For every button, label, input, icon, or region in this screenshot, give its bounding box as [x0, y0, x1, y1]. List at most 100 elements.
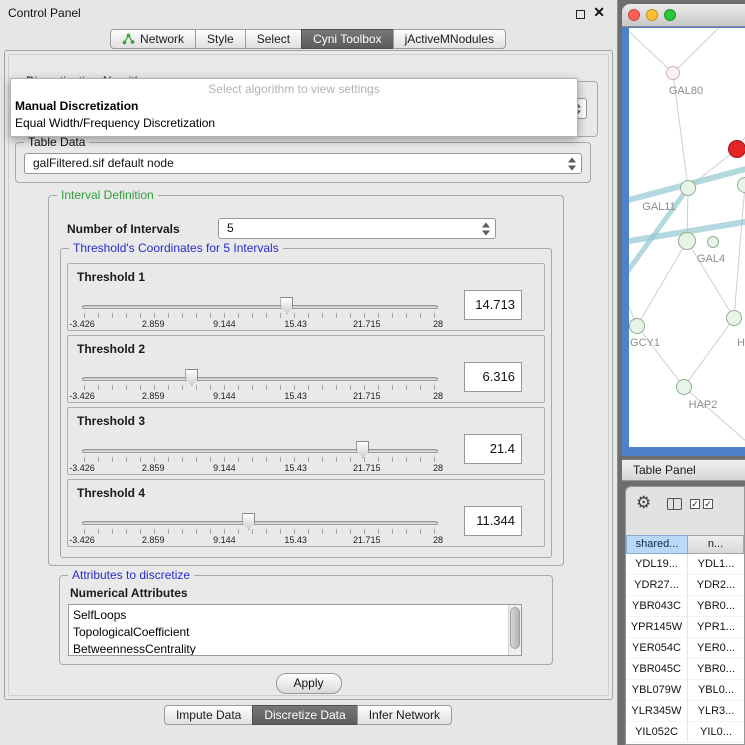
column-header-name[interactable]: n... [688, 535, 744, 554]
tab-select[interactable]: Select [245, 29, 302, 49]
gear-icon[interactable]: ⚙ [636, 493, 651, 513]
threshold-value-field[interactable]: 21.4 [464, 434, 522, 464]
table-cell[interactable]: YBL079W [626, 680, 688, 700]
graph-edge[interactable] [684, 387, 745, 447]
graph-edge[interactable] [684, 318, 734, 387]
table-row[interactable]: YPR145WYPR1... [626, 617, 744, 638]
threshold-value-field[interactable]: 14.713 [464, 290, 522, 320]
threshold-value-field[interactable]: 11.344 [464, 506, 522, 536]
apply-button[interactable]: Apply [275, 673, 341, 694]
tab-label: Discretize Data [264, 706, 345, 724]
graph-edge[interactable] [629, 28, 673, 73]
scrollbar-thumb[interactable] [510, 607, 520, 649]
table-cell[interactable]: YBR045C [626, 659, 688, 679]
table-cell[interactable]: YDR27... [626, 575, 688, 595]
threshold-slider[interactable]: -3.4262.8599.14415.4321.71528 [82, 296, 438, 330]
popup-option[interactable]: Manual Discretization [11, 98, 577, 115]
table-cell[interactable]: YBR0... [688, 659, 744, 679]
close-traffic-light-icon[interactable] [628, 9, 640, 21]
slider-thumb-icon[interactable] [242, 513, 255, 530]
slider-groove[interactable] [82, 377, 438, 381]
tab-infer-network[interactable]: Infer Network [357, 705, 452, 725]
number-of-intervals-label: Number of Intervals [67, 222, 180, 236]
graph-edge[interactable] [673, 28, 729, 73]
table-cell[interactable]: YDL1... [688, 554, 744, 574]
threshold-value-field[interactable]: 6.316 [464, 362, 522, 392]
table-cell[interactable]: YDR2... [688, 575, 744, 595]
slider-thumb-icon[interactable] [280, 297, 293, 314]
tab-network[interactable]: Network [110, 29, 196, 49]
graph-edge[interactable] [637, 326, 684, 387]
tab-impute-data[interactable]: Impute Data [164, 705, 253, 725]
table-cell[interactable]: YPR145W [626, 617, 688, 637]
table-cell[interactable]: YBR043C [626, 596, 688, 616]
interval-definition-title: Interval Definition [57, 188, 158, 202]
table-row[interactable]: YLR345WYLR3... [626, 701, 744, 722]
graph-edge[interactable] [734, 185, 745, 318]
graph-node-selected[interactable] [728, 140, 745, 158]
table-cell[interactable]: YLR345W [626, 701, 688, 721]
number-of-intervals-value: 5 [227, 221, 234, 235]
table-row[interactable]: YDR27...YDR2... [626, 575, 744, 596]
graph-node[interactable] [666, 66, 680, 80]
combobox-stepper-icon[interactable] [482, 221, 491, 236]
table-row[interactable]: YBR045CYBR0... [626, 659, 744, 680]
slider-groove[interactable] [82, 449, 438, 453]
table-row[interactable]: YIL052CYIL0... [626, 722, 744, 743]
table-body: YDL19...YDL1...YDR27...YDR2...YBR043CYBR… [626, 554, 744, 744]
slider-thumb-icon[interactable] [185, 369, 198, 386]
combobox-stepper-icon[interactable] [568, 156, 577, 171]
popup-option[interactable]: Equal Width/Frequency Discretization [11, 115, 577, 132]
threshold-slider[interactable]: -3.4262.8599.14415.4321.71528 [82, 440, 438, 474]
slider-groove[interactable] [82, 305, 438, 309]
table-cell[interactable]: YPR1... [688, 617, 744, 637]
table-row[interactable]: YDL19...YDL1... [626, 554, 744, 575]
table-cell[interactable]: YIL0... [688, 722, 744, 742]
graph-node[interactable] [680, 180, 696, 196]
table-cell[interactable]: YER054C [626, 638, 688, 658]
column-header-shared[interactable]: shared... [626, 535, 688, 554]
table-panel-header[interactable]: Table Panel [622, 459, 745, 481]
close-icon[interactable]: ✕ [593, 4, 605, 21]
table-cell[interactable]: YBR0... [688, 596, 744, 616]
tab-style[interactable]: Style [195, 29, 246, 49]
table-row[interactable]: YER054CYER0... [626, 638, 744, 659]
graph-node[interactable] [726, 310, 742, 326]
slider-thumb-icon[interactable] [356, 441, 369, 458]
table-cell[interactable]: YIL052C [626, 722, 688, 742]
attribute-list-item[interactable]: BetweennessCentrality [73, 641, 521, 656]
slider-groove[interactable] [82, 521, 438, 525]
table-cell[interactable]: YLR3... [688, 701, 744, 721]
graph-node[interactable] [676, 379, 692, 395]
columns-icon[interactable] [667, 498, 682, 510]
tab-discretize-data[interactable]: Discretize Data [252, 705, 357, 725]
attribute-list-item[interactable]: TopologicalCoefficient [73, 624, 521, 641]
table-cell[interactable]: YDL19... [626, 554, 688, 574]
table-cell[interactable]: YER0... [688, 638, 744, 658]
tab-cyni-toolbox[interactable]: Cyni Toolbox [301, 29, 393, 49]
axis-tick-label: 28 [433, 391, 443, 401]
number-of-intervals-combobox[interactable]: 5 [218, 218, 496, 239]
threshold-slider[interactable]: -3.4262.8599.14415.4321.71528 [82, 368, 438, 402]
tab-jactivemnodules[interactable]: jActiveMNodules [393, 29, 506, 49]
checkbox-icon[interactable]: ✓ [703, 499, 713, 509]
minimize-icon[interactable] [576, 10, 585, 19]
minimize-traffic-light-icon[interactable] [646, 9, 658, 21]
attribute-list-item[interactable]: SelfLoops [73, 607, 521, 624]
graph-node[interactable] [678, 232, 696, 250]
zoom-traffic-light-icon[interactable] [664, 9, 676, 21]
checkbox-icon[interactable]: ✓ [690, 499, 700, 509]
table-row[interactable]: YBL079WYBL0... [626, 680, 744, 701]
table-data-combobox[interactable]: galFiltered.sif default node [24, 153, 582, 174]
graph-node[interactable] [629, 318, 645, 334]
network-window-titlebar[interactable] [622, 4, 745, 27]
graph-edge[interactable] [637, 241, 687, 326]
attributes-list[interactable]: SelfLoopsTopologicalCoefficientBetweenne… [68, 604, 522, 656]
threshold-slider[interactable]: -3.4262.8599.14415.4321.71528 [82, 512, 438, 546]
graph-node[interactable] [707, 236, 719, 248]
table-row[interactable]: YBR043CYBR0... [626, 596, 744, 617]
network-canvas[interactable]: GAL80GAL11GAL4GCY1HAP2H [629, 28, 745, 447]
table-cell[interactable]: YBL0... [688, 680, 744, 700]
axis-tick-label: 21.715 [353, 391, 381, 401]
attributes-scrollbar[interactable] [508, 605, 521, 655]
